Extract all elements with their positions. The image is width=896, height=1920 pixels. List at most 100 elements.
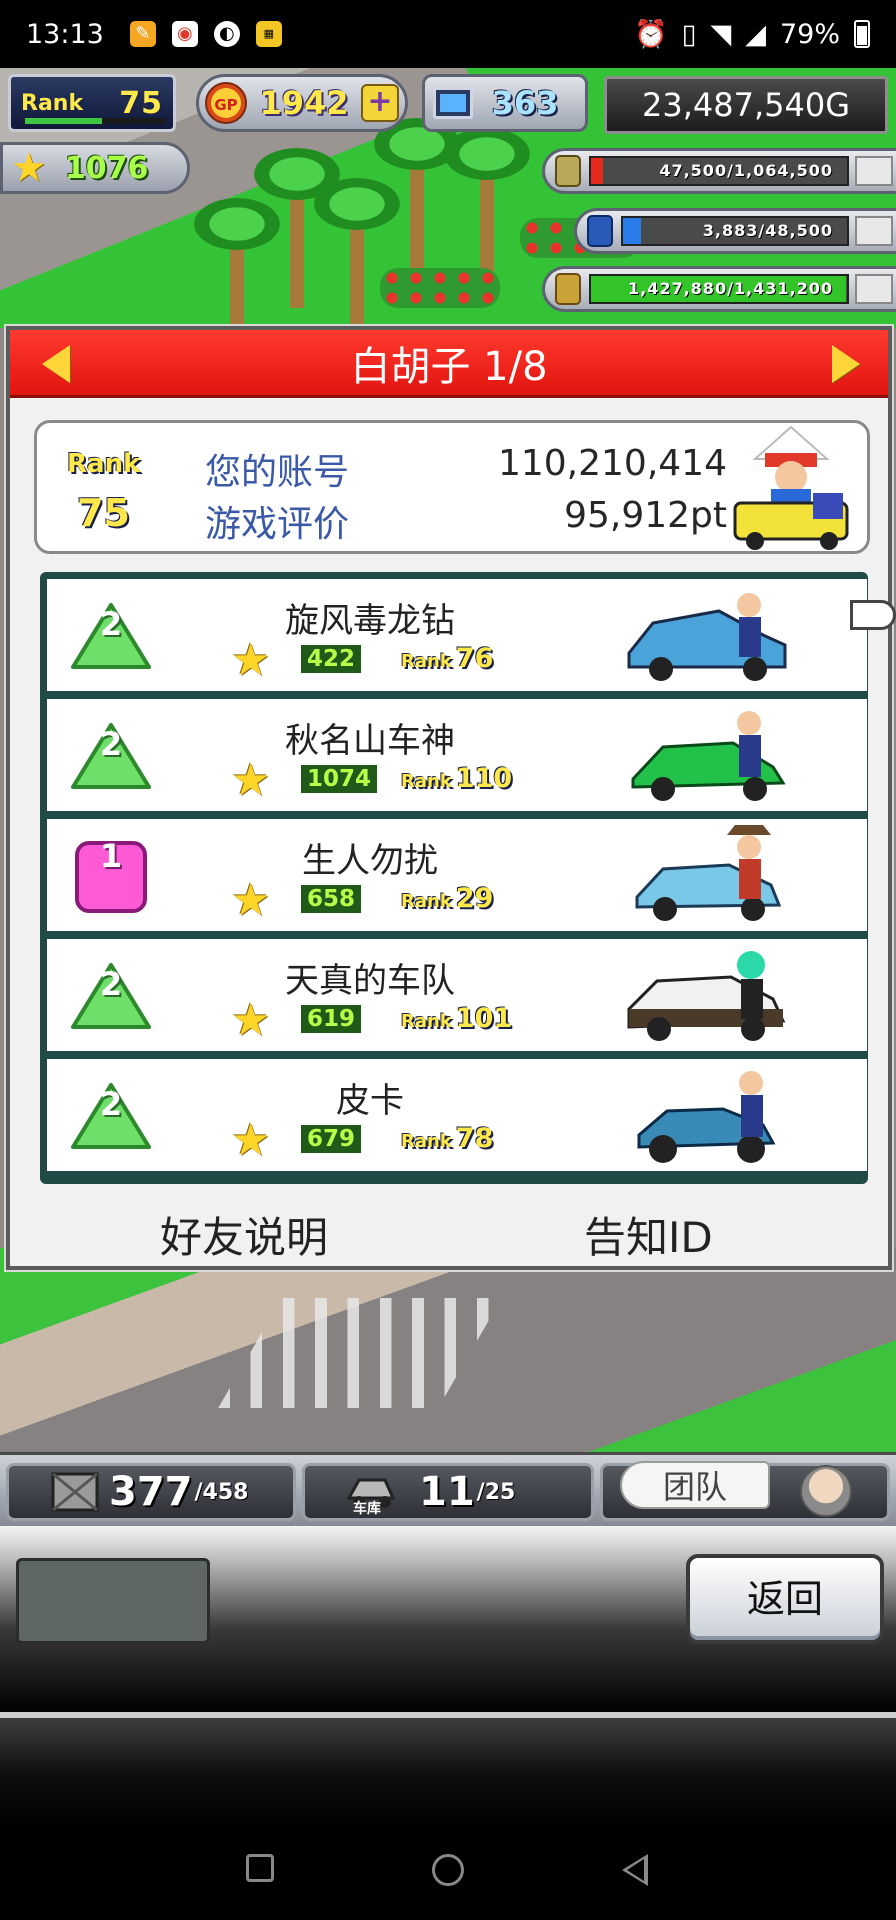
research-points-value: 363 <box>491 84 559 122</box>
garage-max: /25 <box>476 1479 516 1505</box>
friend-car-icon <box>627 951 786 1041</box>
app-notification-icon: ✎ <box>129 21 156 47</box>
recents-icon[interactable] <box>246 1854 274 1882</box>
friend-list: 2 旋风毒龙钻 ★ 422 Rank 76 2 秋名山车神 ★ 1074 Ran… <box>40 572 868 1184</box>
garage-value: 11 <box>419 1469 475 1515</box>
friend-rank: Rank 78 <box>401 1123 493 1154</box>
dialog-header: 白胡子 1/8 <box>10 330 888 398</box>
friend-stars: 422 <box>301 645 362 673</box>
fuel-icon <box>587 215 613 247</box>
star-icon: ★ <box>231 875 271 926</box>
notify-id-button[interactable]: 告知ID <box>584 1204 713 1265</box>
next-page-arrow-icon[interactable] <box>832 345 860 383</box>
parts-counter[interactable]: 377 /458 <box>6 1463 296 1521</box>
back-nav-icon[interactable] <box>622 1854 648 1886</box>
status-right: ⏰ ▯ ◥ ◢ 79% <box>634 18 870 50</box>
friend-rank-label: Rank <box>401 1011 452 1032</box>
resource-end-cap <box>855 216 893 246</box>
friend-rank-label: Rank <box>401 891 452 912</box>
leaf-icon <box>555 273 581 305</box>
battery-percent: 79% <box>779 18 840 50</box>
account-id-label: 您的账号 <box>205 452 350 493</box>
friend-info-button[interactable]: 好友说明 <box>160 1204 328 1265</box>
friend-rank-value: 29 <box>455 883 494 914</box>
status-time: 13:13 <box>26 18 104 50</box>
parts-value: 377 <box>109 1469 193 1515</box>
account-rank-label: Rank <box>67 449 141 479</box>
gp-value: 1942 <box>259 84 349 122</box>
status-bar: 13:13 ✎ ◉ ◐ ▦ ⏰ ▯ ◥ ◢ 79% <box>0 0 896 68</box>
garage-icon-wrap: 车库 <box>305 1468 405 1517</box>
account-id-value: 110,210,414 <box>497 443 727 484</box>
friend-rank-value: 76 <box>455 643 494 674</box>
friend-car-icon <box>631 711 786 801</box>
resource-end-cap <box>855 274 893 304</box>
friend-dialog: 白胡子 1/8 Rank 75 您的账号 110,210,414 游戏评价 95… <box>6 326 892 1270</box>
navigation-bar <box>0 1826 896 1920</box>
dialog-footer: 好友说明 告知ID <box>10 1200 888 1266</box>
star-icon: ★ <box>231 635 271 686</box>
home-icon[interactable] <box>432 1854 464 1886</box>
star-icon: ★ <box>231 755 271 806</box>
friend-row[interactable]: 2 旋风毒龙钻 ★ 422 Rank 76 <box>47 579 867 691</box>
flower-bed <box>380 268 500 308</box>
signal-icon: ◢ <box>745 18 766 50</box>
friend-row[interactable]: 1 生人勿扰 ★ 658 Rank 29 <box>47 819 867 931</box>
friend-badge-number: 2 <box>99 1085 123 1123</box>
weibo-icon: ◉ <box>171 21 198 47</box>
alarm-icon: ⏰ <box>633 19 668 50</box>
friend-rank: Rank 29 <box>401 883 493 914</box>
app-notification-icon-2: ◐ <box>213 21 240 47</box>
parts-max: /458 <box>194 1479 249 1505</box>
team-button[interactable]: 团队 <box>620 1461 770 1509</box>
friend-rank: Rank 76 <box>401 643 493 674</box>
friend-row[interactable]: 2 天真的车队 ★ 619 Rank 101 <box>47 939 867 1051</box>
panel-lower <box>0 1718 896 1826</box>
friend-badge-number: 2 <box>99 605 123 643</box>
gp-coin-icon: GP <box>205 82 247 124</box>
back-button[interactable]: 返回 <box>686 1554 884 1644</box>
computer-icon <box>433 87 473 119</box>
rank-progress-bar <box>25 118 165 124</box>
pointer-hand-icon <box>850 600 896 630</box>
friend-badge-number: 2 <box>99 725 123 763</box>
friend-row[interactable]: 2 皮卡 ★ 679 Rank 78 <box>47 1059 867 1171</box>
research-points-counter: 363 <box>422 74 588 132</box>
money-stack-icon <box>555 155 581 187</box>
palm-tree <box>194 198 280 328</box>
action-panel: 返回 <box>0 1526 896 1826</box>
resource-track: 1,427,880/1,431,200 <box>589 274 849 304</box>
staff-face-icon[interactable] <box>800 1465 852 1517</box>
friend-rank-value: 110 <box>455 763 513 794</box>
resource-bar-money: 47,500/1,064,500 <box>542 148 896 194</box>
star-icon: ★ <box>231 1115 271 1166</box>
palm-tree <box>314 178 400 328</box>
game-screen: 13:13 ✎ ◉ ◐ ▦ ⏰ ▯ ◥ ◢ 79% Rank 75 GP 194… <box>0 0 896 1920</box>
dialog-title: 白胡子 1/8 <box>350 343 548 390</box>
player-avatar <box>733 425 849 550</box>
vibrate-icon: ▯ <box>681 18 697 50</box>
garage-counter[interactable]: 车库 11 /25 <box>302 1463 594 1521</box>
resource-text: 3,883/48,500 <box>702 221 833 240</box>
add-gp-button[interactable]: + <box>361 84 399 122</box>
gp-counter: GP 1942 + <box>196 74 408 132</box>
resource-bar-fuel: 3,883/48,500 <box>574 208 896 254</box>
friend-rank-label: Rank <box>401 771 452 792</box>
game-rating-label: 游戏评价 <box>205 504 350 545</box>
rank-value: 75 <box>119 85 163 121</box>
money-display: 23,487,540G <box>604 76 888 134</box>
wifi-icon: ◥ <box>710 18 732 50</box>
player-rank[interactable]: Rank 75 <box>8 74 176 132</box>
friend-car-icon <box>627 593 787 681</box>
palm-tree <box>254 148 340 308</box>
friend-badge-number: 2 <box>99 965 123 1003</box>
prev-page-arrow-icon[interactable] <box>42 345 70 383</box>
resource-text: 47,500/1,064,500 <box>659 161 833 180</box>
friend-stars: 1074 <box>301 765 378 793</box>
friend-stars: 679 <box>301 1125 362 1153</box>
stars-value: 1076 <box>64 150 149 186</box>
friend-stars: 658 <box>301 885 362 913</box>
resource-end-cap <box>855 156 893 186</box>
app-notification-icon-3: ▦ <box>255 21 282 47</box>
friend-row[interactable]: 2 秋名山车神 ★ 1074 Rank 110 <box>47 699 867 811</box>
